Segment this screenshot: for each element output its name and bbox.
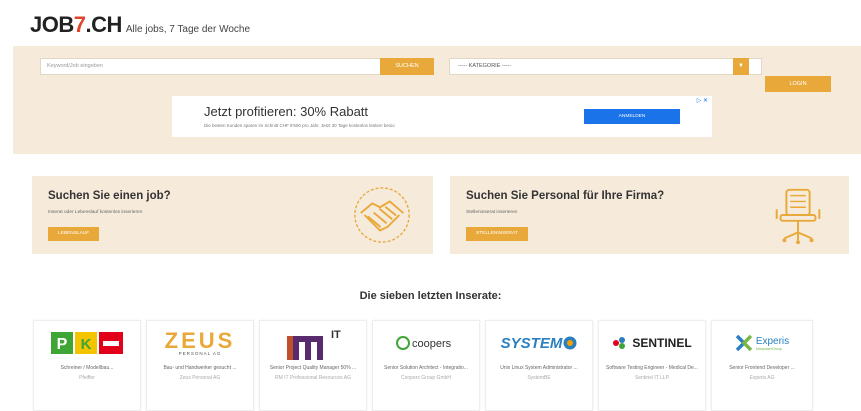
page: JOB7.CH Alle jobs, 7 Tage der Woche Keyw… [0, 0, 861, 411]
job-seeker-title: Suchen Sie einen job? [48, 190, 171, 202]
listing-company: Experis AG [749, 375, 775, 381]
pfeiffer-logo: P K [34, 321, 140, 365]
listing-card[interactable]: Experis ManpowerGroup Senior Frontend De… [711, 320, 813, 411]
tagline: Alle jobs, 7 Tage der Woche [125, 24, 251, 35]
cv-button[interactable]: LEBENSLAUF [48, 227, 100, 241]
listing-company: SystemBE [527, 375, 551, 381]
zeus-logo-subtext: PERSONAL AG [178, 350, 222, 356]
listing-title: Senior Solution Architect - Integratio..… [384, 365, 468, 371]
ad-choices-icon[interactable]: ▷ ✕ [697, 97, 708, 104]
listing-card[interactable]: coopers Senior Solution Architect - Inte… [372, 320, 480, 411]
listing-company: Pfeiffer [79, 375, 95, 381]
listing-company: RM IT Professional Resources AG [274, 375, 352, 381]
listing-company: Sentinel IT LLP [634, 375, 670, 381]
listing-title: Schreiner / Modellbau... [60, 365, 114, 371]
latest-listings-title: Die sieben letzten Inserate: [359, 290, 502, 302]
svg-text:P: P [57, 336, 68, 353]
logo-seven: 7 [73, 12, 86, 37]
ad-title: Jetzt profitieren: 30% Rabatt [204, 104, 369, 119]
login-button[interactable]: LOGIN [765, 76, 831, 92]
keyword-input[interactable]: Keyword/Job eingeben [40, 58, 392, 75]
coopers-logo: coopers [373, 321, 479, 365]
coopers-logo-text: coopers [412, 338, 452, 350]
zeus-logo-text: ZEUS [164, 327, 236, 353]
handshake-icon [354, 187, 410, 243]
employer-card: Suchen Sie Personal für Ihre Firma? Stel… [450, 176, 849, 254]
job-seeker-subtitle: Inserat oder Lebenslauf kostenlos inseri… [48, 210, 143, 215]
ad-banner[interactable]: Jetzt profitieren: 30% Rabatt Die besten… [172, 96, 712, 137]
employer-title: Suchen Sie Personal für Ihre Firma? [466, 190, 665, 202]
listing-title: Software Testing Engineer - Medical De..… [606, 365, 698, 371]
experis-logo: Experis ManpowerGroup [712, 321, 812, 365]
chevron-down-icon[interactable]: ▼ [733, 58, 749, 75]
zeus-logo: ZEUS PERSONAL AG [147, 321, 253, 365]
listing-card[interactable]: IT Senior Project Quality Manager 50% ..… [259, 320, 367, 411]
sentinel-logo-text: SENTINEL [632, 336, 692, 350]
logo-suffix: .CH [85, 12, 123, 37]
listing-card[interactable]: SENTINEL Software Testing Engineer - Med… [598, 320, 706, 411]
sentinel-logo: SENTINEL [599, 321, 705, 365]
job-ad-button[interactable]: STELLENINSERAT [466, 227, 528, 241]
search-button[interactable]: SUCHEN [380, 58, 434, 75]
listing-card[interactable]: SYSTEM Unix Linux System Administrator .… [485, 320, 593, 411]
systembe-logo: SYSTEM [486, 321, 592, 365]
site-logo[interactable]: JOB7.CH [30, 12, 122, 38]
listing-card[interactable]: P K Schreiner / Modellbau... Pfeiffer [33, 320, 141, 411]
experis-logo-text: Experis [755, 335, 790, 347]
job-seeker-card: Suchen Sie einen job? Inserat oder Leben… [32, 176, 433, 254]
svg-text:K: K [81, 336, 92, 353]
listing-company: Zeus Personal AG [179, 375, 221, 381]
employer-subtitle: Stelleninserat inserieren [466, 210, 518, 215]
rm-it-superscript: IT [331, 329, 341, 341]
office-chair-icon [775, 188, 821, 245]
listing-card[interactable]: ZEUS PERSONAL AG Bau- und Handwerker ges… [146, 320, 254, 411]
listing-title: Senior Frontend Developer ... [729, 365, 795, 371]
systembe-logo-text: SYSTEM [500, 334, 563, 352]
listing-title: Unix Linux System Administrator ... [500, 365, 578, 371]
listing-title: Senior Project Quality Manager 50% ... [269, 365, 357, 371]
listing-company: Coopers Group GmbH [400, 375, 452, 381]
experis-logo-subtext: ManpowerGroup [755, 346, 782, 351]
ad-subtitle: Die besten Kunden sparen im Schnitt CHF … [204, 123, 395, 128]
rm-it-logo: IT [260, 321, 366, 365]
listing-title: Bau- und Handwerker gesucht ... [163, 365, 237, 371]
category-select[interactable]: ----- KATEGORIE ----- [449, 58, 762, 75]
logo-prefix: JOB [30, 12, 74, 37]
header: JOB7.CH Alle jobs, 7 Tage der Woche [30, 12, 250, 38]
ad-signup-button[interactable]: ANMELDEN [584, 109, 680, 124]
